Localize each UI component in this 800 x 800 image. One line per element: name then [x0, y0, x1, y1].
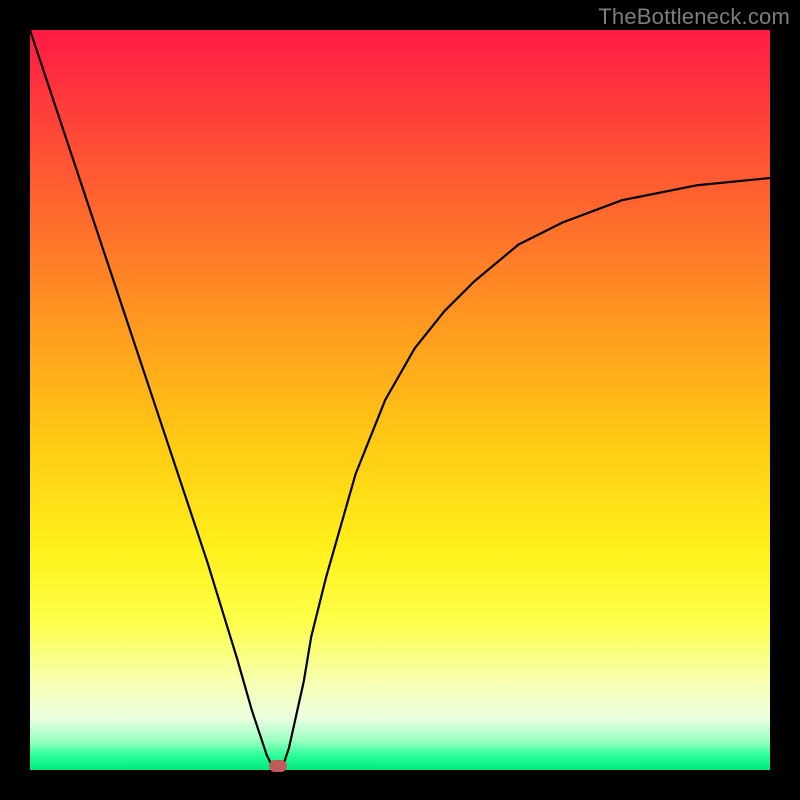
outer-frame: TheBottleneck.com: [0, 0, 800, 800]
watermark-text: TheBottleneck.com: [598, 4, 790, 30]
plot-area: [30, 30, 770, 770]
curve-path: [30, 30, 770, 770]
optimum-marker: [269, 760, 287, 772]
bottleneck-curve: [30, 30, 770, 770]
